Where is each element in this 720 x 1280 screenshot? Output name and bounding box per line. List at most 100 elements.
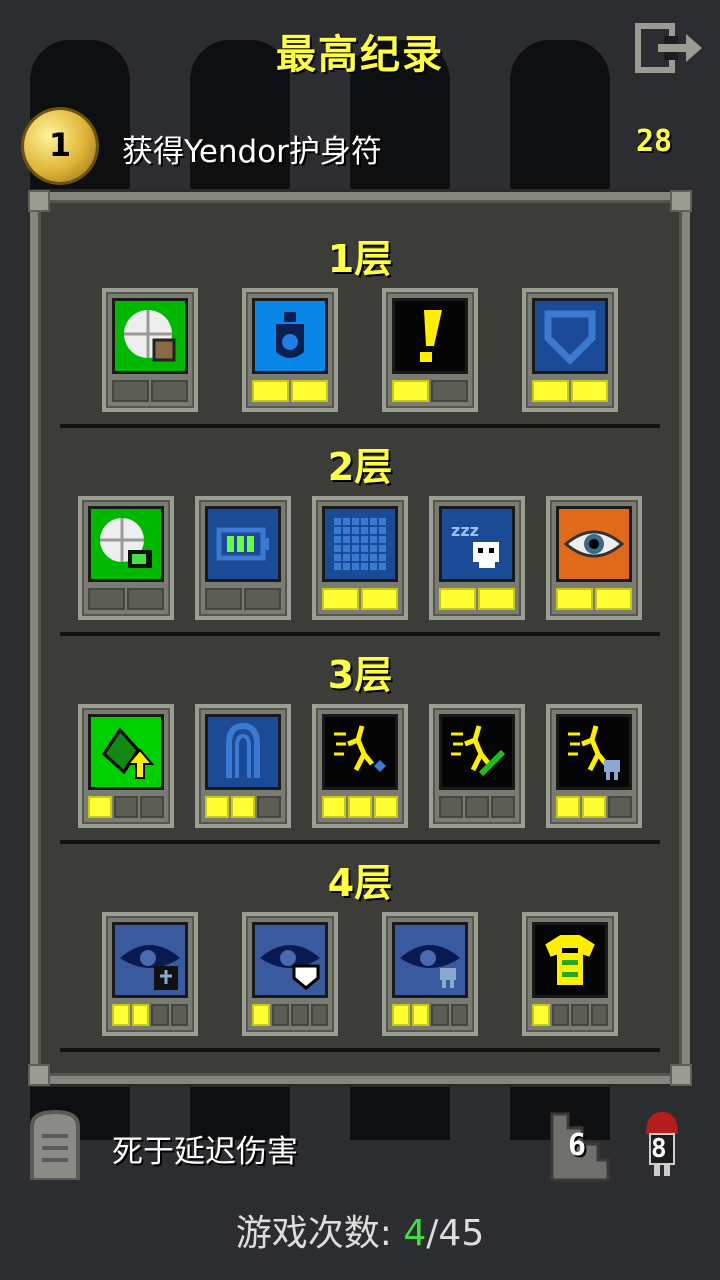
badge-progress <box>205 796 281 818</box>
challenge-badge[interactable]: 1 <box>24 110 96 182</box>
games-total: /45 <box>426 1213 485 1254</box>
progress-pip <box>271 1004 289 1026</box>
progress-pip <box>348 796 372 818</box>
sleep-skull-icon: zzz <box>439 506 515 582</box>
progress-pip <box>374 796 398 818</box>
progress-pip <box>595 588 632 610</box>
progress-pip <box>556 796 580 818</box>
death-cause: 死于延迟伤害 <box>112 1134 298 1170</box>
badge-food[interactable] <box>102 288 198 412</box>
food-icon <box>112 298 188 374</box>
badge-exclamation[interactable] <box>382 288 478 412</box>
progress-pip <box>491 796 515 818</box>
progress-pip <box>431 1004 449 1026</box>
exit-button[interactable] <box>634 22 706 74</box>
badge-armor[interactable] <box>522 912 618 1036</box>
progress-pip <box>151 1004 169 1026</box>
badge-shield[interactable] <box>522 288 618 412</box>
exit-icon <box>635 23 702 73</box>
progress-pip <box>450 1004 468 1026</box>
challenge-count: 1 <box>48 126 72 164</box>
battery-icon <box>205 506 281 582</box>
badge-dark-eye-figure[interactable] <box>102 912 198 1036</box>
tombstone-icon <box>24 1108 86 1182</box>
progress-pip <box>252 380 289 402</box>
badge-water-flask[interactable] <box>242 288 338 412</box>
badge-progress <box>556 588 632 610</box>
badge-plant-upgrade[interactable] <box>78 704 174 828</box>
progress-pip <box>291 1004 309 1026</box>
progress-pip <box>532 1004 550 1026</box>
badge-dark-eye-shield[interactable] <box>242 912 338 1036</box>
games-current: 4 <box>403 1213 427 1254</box>
games-label: 游戏次数: <box>235 1213 392 1254</box>
floor-title: 4层 <box>327 861 393 905</box>
floor-title: 3层 <box>327 653 393 697</box>
progress-pip <box>151 380 188 402</box>
floor-section: 2层 zzz <box>38 428 682 636</box>
progress-pip <box>571 380 608 402</box>
progress-pip <box>439 796 463 818</box>
progress-pip <box>205 588 242 610</box>
depth-value: 6 <box>568 1128 587 1163</box>
badge-hero-skull[interactable] <box>546 704 642 828</box>
progress-pip <box>608 796 632 818</box>
games-played: 游戏次数: 4/45 <box>0 1204 720 1256</box>
progress-pip <box>291 380 328 402</box>
badges-panel: 1层 2层 zzz 3层 4层 <box>28 190 692 1086</box>
progress-pip <box>582 796 606 818</box>
progress-pip <box>310 1004 328 1026</box>
panel-corner <box>670 1064 692 1086</box>
progress-pip <box>257 796 281 818</box>
shield-icon <box>532 298 608 374</box>
floor-section: 3层 <box>38 636 682 844</box>
progress-pip <box>252 1004 270 1026</box>
badge-progress <box>439 796 515 818</box>
progress-pip <box>392 1004 410 1026</box>
progress-pip <box>392 380 429 402</box>
floor-section: 1层 <box>38 220 682 428</box>
badge-progress <box>88 796 164 818</box>
hero-level-value: 8 <box>651 1134 667 1164</box>
badge-progress <box>532 1004 608 1026</box>
badge-progress <box>322 796 398 818</box>
plant-upgrade-icon <box>88 714 164 790</box>
progress-pip <box>112 1004 130 1026</box>
progress-pip <box>439 588 476 610</box>
food-battery-icon <box>88 506 164 582</box>
panel-corner <box>28 1064 50 1086</box>
page-title: 最高纪录 <box>276 32 444 78</box>
dark-eye-skull-icon <box>392 922 468 998</box>
badge-sleep-skull[interactable]: zzz <box>429 496 525 620</box>
progress-pip <box>114 796 138 818</box>
badge-grid[interactable] <box>312 496 408 620</box>
badge-battery[interactable] <box>195 496 291 620</box>
badge-hero-green[interactable] <box>429 704 525 828</box>
armor-icon <box>532 922 608 998</box>
progress-pip <box>431 380 468 402</box>
section-divider <box>60 1048 660 1052</box>
panel-corner <box>28 190 50 212</box>
badge-eye[interactable] <box>546 496 642 620</box>
progress-pip <box>322 796 346 818</box>
progress-pip <box>478 588 515 610</box>
progress-pip <box>532 380 569 402</box>
progress-pip <box>551 1004 569 1026</box>
badge-food-battery[interactable] <box>78 496 174 620</box>
badge-hero-magic[interactable] <box>312 704 408 828</box>
progress-pip <box>112 380 149 402</box>
badge-dark-eye-skull[interactable] <box>382 912 478 1036</box>
progress-pip <box>205 796 229 818</box>
badge-progress <box>532 380 608 402</box>
badge-progress <box>112 1004 188 1026</box>
svg-text:zzz: zzz <box>451 521 479 540</box>
hero-magic-icon <box>322 714 398 790</box>
badge-progress <box>252 1004 328 1026</box>
progress-pip <box>131 1004 149 1026</box>
dark-eye-shield-icon <box>252 922 328 998</box>
record-description: 获得Yendor护身符 <box>122 134 382 170</box>
progress-pip <box>411 1004 429 1026</box>
progress-pip <box>88 588 125 610</box>
exclamation-icon <box>392 298 468 374</box>
badge-keyhole[interactable] <box>195 704 291 828</box>
